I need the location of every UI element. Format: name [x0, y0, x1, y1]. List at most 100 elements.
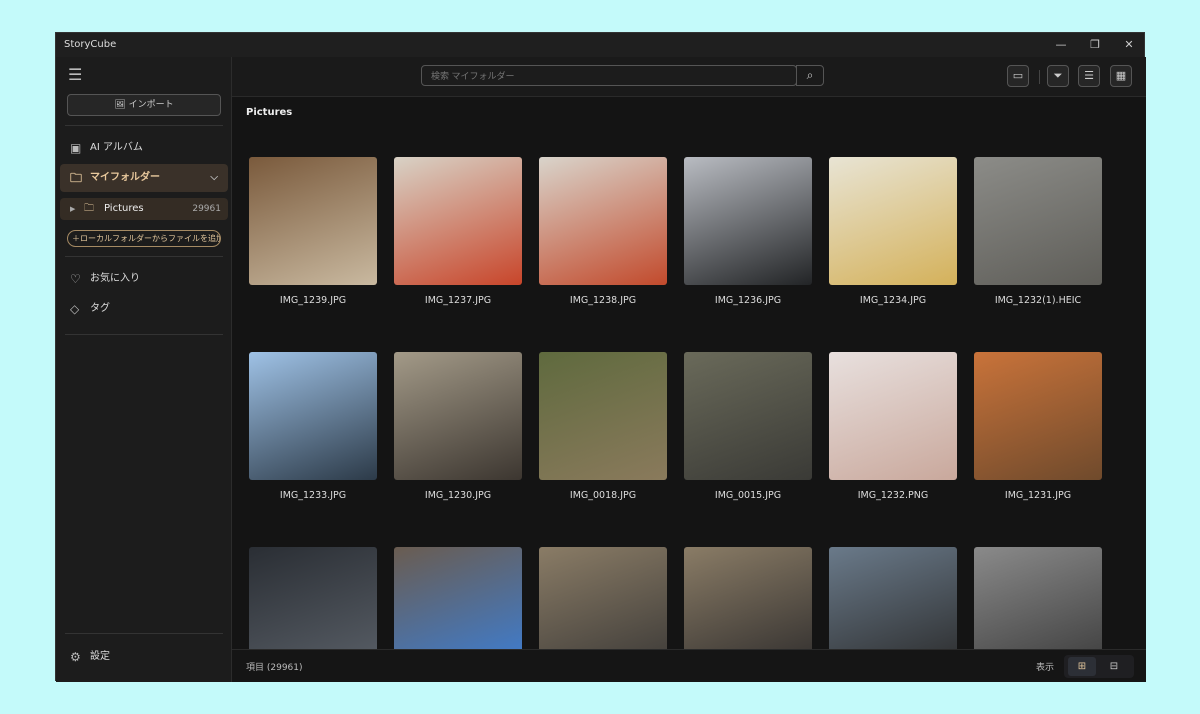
grid-icon: ▦	[1115, 69, 1127, 82]
main-content: ⌕ ▭ ⏷ ☰ ▦ Pictures IMG_1239.JPGIMG_1237.…	[232, 57, 1146, 682]
thumbnail-image[interactable]	[829, 352, 957, 480]
divider	[65, 256, 223, 257]
filter-icon: ⏷	[1053, 69, 1063, 82]
thumbnail-image[interactable]	[684, 352, 812, 480]
divider	[65, 125, 223, 126]
filter-button[interactable]: ⏷	[1047, 65, 1069, 87]
thumbnail-item[interactable]: IMG_1234.JPG	[829, 157, 957, 306]
thumbnail-image[interactable]	[829, 157, 957, 285]
flat-list-icon: ⊟	[1109, 661, 1119, 672]
sidebar-item-tags[interactable]: ◇ タグ	[60, 295, 228, 323]
thumbnail-image[interactable]	[684, 547, 812, 649]
toolbar: ⌕ ▭ ⏷ ☰ ▦	[232, 57, 1146, 97]
thumbnail-filename: IMG_1231.JPG	[1004, 490, 1072, 501]
import-button[interactable]: 🖼 インポート	[67, 94, 221, 116]
thumbnail-filename: IMG_1233.JPG	[279, 490, 347, 501]
plus-icon: ＋	[72, 234, 80, 243]
thumbnail-image[interactable]	[829, 547, 957, 649]
slideshow-icon: ▭	[1012, 69, 1024, 82]
sort-button[interactable]: ☰	[1078, 65, 1100, 87]
thumbnail-item[interactable]	[974, 547, 1102, 649]
chevron-down-icon[interactable]: ⌵	[210, 164, 218, 192]
thumbnail-image[interactable]	[394, 547, 522, 649]
tags-label: タグ	[90, 303, 110, 314]
thumbnail-grid: IMG_1239.JPG IMG_1237.JPG IMG_1238.JPG IMG_…	[232, 98, 1146, 649]
thumbnail-image[interactable]	[974, 352, 1102, 480]
thumbnail-filename: IMG_1232.PNG	[857, 490, 929, 501]
thumbnail-filename: IMG_1234.JPG	[859, 295, 927, 306]
thumbnail-item[interactable]: IMG_1231.JPG	[974, 352, 1102, 501]
restore-button[interactable]: ❐	[1078, 33, 1112, 57]
ai-album-icon: ▣	[70, 141, 82, 155]
folder-icon: 🗀	[84, 203, 94, 214]
view-option-folder-tree[interactable]: ⊞	[1068, 657, 1096, 676]
add-folder-label: ローカルフォルダーからファイルを追加する	[80, 234, 220, 243]
menu-icon[interactable]: ☰	[68, 65, 82, 84]
thumbnail-item[interactable]: IMG_1232(1).HEIC	[974, 157, 1102, 306]
thumbnail-item[interactable]	[394, 547, 522, 649]
divider	[1039, 70, 1040, 84]
search-input[interactable]	[421, 65, 797, 86]
thumbnail-item[interactable]: IMG_1236.JPG	[684, 157, 812, 306]
thumbnail-item[interactable]	[539, 547, 667, 649]
minimize-button[interactable]: —	[1044, 33, 1078, 57]
ai-album-label: AI アルバム	[90, 142, 143, 153]
thumbnail-item[interactable]	[829, 547, 957, 649]
view-label: 表示	[1036, 663, 1055, 673]
search-button[interactable]: ⌕	[796, 65, 824, 86]
thumbnail-filename: IMG_1239.JPG	[279, 295, 347, 306]
sort-icon: ☰	[1084, 69, 1094, 82]
gear-icon: ⚙	[70, 650, 81, 664]
slideshow-button[interactable]: ▭	[1007, 65, 1029, 87]
image-import-icon: 🖼	[114, 100, 129, 110]
expand-arrow-icon[interactable]: ▶	[70, 198, 75, 220]
thumbnail-filename: IMG_1238.JPG	[569, 295, 637, 306]
add-local-folder-button[interactable]: ＋ローカルフォルダーからファイルを追加する	[67, 230, 221, 247]
thumbnail-image[interactable]	[249, 352, 377, 480]
heart-icon: ♡	[70, 272, 81, 286]
item-count: 項目 (29961)	[246, 663, 303, 673]
settings-label: 設定	[90, 651, 110, 662]
sidebar-item-my-folder[interactable]: 🗀 マイフォルダー ⌵	[60, 164, 228, 192]
thumbnail-image[interactable]	[394, 352, 522, 480]
thumbnail-item[interactable]: IMG_0018.JPG	[539, 352, 667, 501]
thumbnail-image[interactable]	[249, 547, 377, 649]
thumbnail-item[interactable]: IMG_1232.PNG	[829, 352, 957, 501]
folder-tree-icon: ⊞	[1077, 661, 1087, 672]
thumbnail-filename: IMG_0015.JPG	[714, 490, 782, 501]
thumbnail-filename: IMG_0018.JPG	[569, 490, 637, 501]
grid-view-button[interactable]: ▦	[1110, 65, 1132, 87]
folder-name: Pictures	[104, 203, 144, 214]
divider	[65, 633, 223, 634]
thumbnail-image[interactable]	[974, 157, 1102, 285]
thumbnail-image[interactable]	[249, 157, 377, 285]
thumbnail-item[interactable]: IMG_1238.JPG	[539, 157, 667, 306]
my-folder-label: マイフォルダー	[90, 172, 160, 183]
favorites-label: お気に入り	[90, 273, 140, 284]
search-icon: ⌕	[806, 68, 814, 82]
view-option-flat[interactable]: ⊟	[1100, 657, 1128, 676]
thumbnail-image[interactable]	[394, 157, 522, 285]
thumbnail-image[interactable]	[539, 157, 667, 285]
thumbnail-image[interactable]	[684, 157, 812, 285]
app-window: StoryCube — ❐ ✕ ☰ 🖼 インポート ▣ AI アルバム 🗀 マイフォ…	[55, 32, 1146, 682]
thumbnail-image[interactable]	[974, 547, 1102, 649]
thumbnail-item[interactable]: IMG_1239.JPG	[249, 157, 377, 306]
sidebar: ☰ 🖼 インポート ▣ AI アルバム 🗀 マイフォルダー ⌵ ▶ 🗀 Pictures 2…	[56, 57, 232, 682]
thumbnail-item[interactable]	[249, 547, 377, 649]
sidebar-item-settings[interactable]: ⚙ 設定	[60, 643, 228, 671]
thumbnail-item[interactable]: IMG_1230.JPG	[394, 352, 522, 501]
close-button[interactable]: ✕	[1112, 33, 1146, 57]
thumbnail-filename: IMG_1232(1).HEIC	[994, 295, 1082, 306]
thumbnail-image[interactable]	[539, 352, 667, 480]
thumbnail-item[interactable]: IMG_0015.JPG	[684, 352, 812, 501]
thumbnail-image[interactable]	[539, 547, 667, 649]
sidebar-item-favorites[interactable]: ♡ お気に入り	[60, 265, 228, 293]
folder-pictures[interactable]: ▶ 🗀 Pictures 29961	[60, 198, 228, 220]
thumbnail-item[interactable]	[684, 547, 812, 649]
thumbnail-item[interactable]: IMG_1237.JPG	[394, 157, 522, 306]
thumbnail-filename: IMG_1236.JPG	[714, 295, 782, 306]
app-title: StoryCube	[64, 39, 117, 50]
sidebar-item-ai-album[interactable]: ▣ AI アルバム	[60, 134, 228, 162]
thumbnail-item[interactable]: IMG_1233.JPG	[249, 352, 377, 501]
